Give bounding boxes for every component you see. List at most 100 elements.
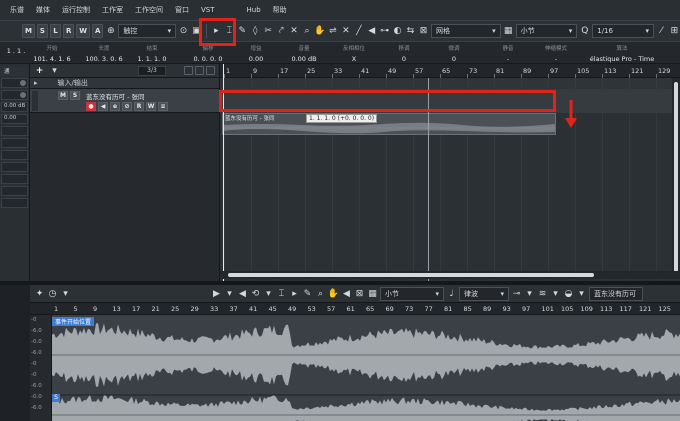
mute-tool-icon[interactable]: ✕ — [340, 24, 351, 38]
info-field-mute[interactable]: 静音 - — [486, 44, 530, 63]
inspector-field[interactable] — [1, 138, 28, 148]
pin-icon[interactable]: ✦ — [34, 287, 45, 301]
colorize-icon[interactable]: ◒ — [563, 287, 574, 301]
audition-icon[interactable]: ◀ — [237, 287, 248, 301]
menu-item-hub[interactable]: Hub — [241, 6, 267, 14]
scissors-tool-icon[interactable]: ✂ — [263, 24, 274, 38]
read-automation-button[interactable]: R — [62, 24, 75, 38]
chevron-down-icon[interactable]: ▾ — [576, 287, 587, 301]
info-field-length[interactable]: 长度 100. 3. 0. 6 — [82, 44, 126, 63]
clock-icon[interactable]: ◷ — [47, 287, 58, 301]
info-field-end[interactable]: 结束 1. 1. 1. 0 — [130, 44, 174, 63]
delete-tool-icon[interactable]: ✕ — [289, 24, 300, 38]
hand-tool-icon[interactable]: ✋ — [328, 287, 339, 301]
range-tool-icon[interactable]: ⌶ — [276, 287, 287, 301]
pencil-tool-icon[interactable]: ✎ — [237, 24, 248, 38]
lock-button[interactable]: ⊘ — [122, 102, 132, 111]
menu-item-studio[interactable]: 工作室 — [96, 5, 129, 15]
object-select-tool-icon[interactable]: ▸ — [289, 287, 300, 301]
autoscroll-icon[interactable]: ⇆ — [405, 24, 416, 38]
info-field-start[interactable]: 开始 101. 4. 1. 6 — [30, 44, 74, 63]
inspector-field[interactable] — [1, 174, 28, 184]
menu-item-window[interactable]: 窗口 — [169, 5, 195, 15]
timewarp-tool-icon[interactable]: ⊶ — [379, 24, 390, 38]
track-drag-handle[interactable] — [32, 91, 38, 111]
track-name[interactable]: 蓝东没有历可 - 张同 — [86, 91, 144, 101]
snap-icon[interactable]: ⊠ — [418, 24, 429, 38]
waveform-display[interactable]: 事件开始位置 S — [52, 315, 680, 421]
inspector-volume-field[interactable]: 0.00 dB — [1, 102, 28, 112]
menu-item-media[interactable]: 媒体 — [30, 5, 56, 15]
editor-track-select[interactable]: 蓝东没有历可 - 张同 — [589, 286, 643, 301]
inspector-pan-field[interactable]: 0.00 — [1, 114, 28, 124]
chevron-down-icon[interactable]: ▾ — [524, 287, 535, 301]
speaker-tool-icon[interactable]: ◀ — [341, 287, 352, 301]
monitor-button[interactable]: ◀ — [98, 102, 108, 111]
info-field-volume[interactable]: 音量 0.00 dB — [282, 44, 326, 63]
layers-icon[interactable]: ≋ — [537, 287, 548, 301]
menu-item-workspaces[interactable]: 工作空间 — [129, 5, 169, 15]
comp-tool-icon[interactable]: ⇌ — [327, 24, 338, 38]
menu-item-transport[interactable]: 运行控制 — [56, 5, 96, 15]
info-field-0[interactable]: 1 . 1 . — [2, 44, 30, 55]
color-tool-icon[interactable]: ◐ — [392, 24, 403, 38]
menu-item-score[interactable]: 乐谱 — [4, 5, 30, 15]
inspector-field[interactable] — [1, 186, 28, 196]
listen-button[interactable]: L — [49, 24, 61, 38]
vertical-scrollbar[interactable] — [672, 78, 680, 272]
pencil-tool-icon[interactable]: ✎ — [302, 287, 313, 301]
write-button[interactable]: W — [146, 102, 156, 111]
editor-ruler[interactable]: 1 5 9 13 17 21 25 29 33 37 41 45 49 53 57 61 65 69 73 77 81 8… — [30, 303, 680, 315]
inspector-field[interactable] — [1, 198, 28, 208]
track-folder-icon[interactable] — [195, 66, 204, 75]
automation-panel-button[interactable]: A — [92, 24, 104, 38]
sync-point-flag[interactable]: S — [52, 394, 60, 402]
info-field-gain[interactable]: 增益 0.00 — [234, 44, 278, 63]
inspector-field[interactable] — [1, 150, 28, 160]
automation-mode-select[interactable]: 触控 ▾ — [118, 24, 177, 38]
hand-tool-icon[interactable]: ✋ — [314, 24, 325, 38]
quantize-select[interactable]: 1/16 ▾ — [592, 24, 654, 38]
glue-tool-icon[interactable]: ⤤ — [276, 24, 287, 38]
chevron-down-icon[interactable]: ▾ — [60, 287, 71, 301]
folder-track[interactable]: ▸ 输入/输出 — [30, 78, 219, 89]
inspector-tab[interactable]: 通 — [1, 66, 28, 76]
add-track-icon[interactable]: + — [34, 64, 45, 78]
info-field-warp-mode[interactable]: 伸缩模式 - — [534, 44, 578, 63]
info-field-finetune[interactable]: 微调 0 — [432, 44, 476, 63]
inspector-field[interactable] — [1, 162, 28, 172]
scrollbar-thumb[interactable] — [228, 273, 594, 277]
horizontal-scrollbar[interactable] — [220, 271, 680, 279]
inspector-field[interactable] — [1, 90, 28, 100]
arrange-ruler[interactable]: 1 9 17 25 33 41 49 57 65 73 81 89 97 105 113 121 129 — [220, 64, 680, 78]
track-mute-button[interactable]: M — [58, 91, 68, 100]
folder-lane[interactable] — [220, 78, 680, 89]
grid-type-select[interactable]: 小节 ▾ — [515, 24, 578, 38]
write-automation-button[interactable]: W — [76, 24, 90, 38]
info-field-invert-phase[interactable]: 反相相位 X — [332, 44, 376, 63]
speaker-tool-icon[interactable]: ◀ — [366, 24, 377, 38]
chevron-down-icon[interactable]: ▾ — [263, 287, 274, 301]
info-field-transpose[interactable]: 移调 0 — [382, 44, 426, 63]
link-icon[interactable]: ⊸ — [511, 287, 522, 301]
info-field-algorithm[interactable]: 算法 élastique Pro - Time — [586, 44, 658, 63]
mute-all-button[interactable]: M — [22, 24, 35, 38]
zoom-tool-icon[interactable]: ⌕ — [315, 287, 326, 301]
inspector-field[interactable] — [1, 78, 28, 88]
inspector-field[interactable] — [1, 126, 28, 136]
info-field-offset[interactable]: 偏移 0. 0. 0. 0 — [186, 44, 230, 63]
event-start-marker[interactable]: 事件开始位置 — [52, 317, 95, 326]
play-icon[interactable]: ▶ — [211, 287, 222, 301]
constrain-delay-icon[interactable]: ⊙ — [178, 24, 189, 38]
edit-channel-button[interactable]: e — [110, 102, 120, 111]
solo-all-button[interactable]: S — [36, 24, 48, 38]
lanes-button[interactable]: ≡ — [158, 102, 168, 111]
read-button[interactable]: R — [134, 102, 144, 111]
scrollbar-thumb[interactable] — [674, 82, 678, 272]
line-tool-icon[interactable]: ╱ — [353, 24, 364, 38]
menu-item-help[interactable]: 帮助 — [267, 5, 293, 15]
track-visibility-icon[interactable] — [184, 66, 193, 75]
track-settings-icon[interactable] — [206, 66, 215, 75]
menu-item-vst[interactable]: VST — [195, 6, 221, 14]
track-solo-button[interactable]: S — [70, 91, 80, 100]
